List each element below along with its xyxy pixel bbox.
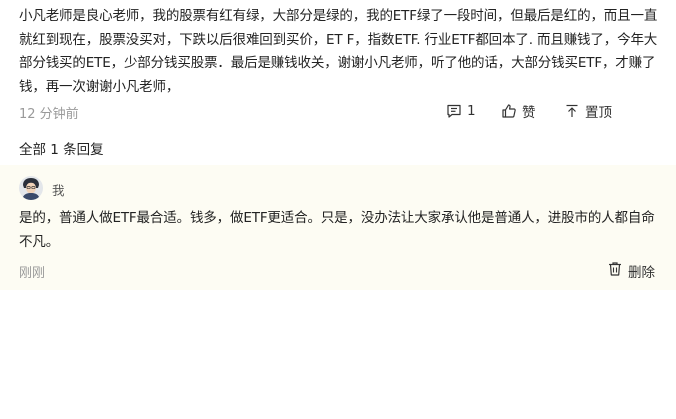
like-label: 赞 (522, 105, 536, 121)
reply-author[interactable]: 我 (52, 180, 65, 199)
replies-header: 全部 1 条回复 (19, 142, 104, 158)
delete-button[interactable]: 删除 (607, 261, 655, 281)
pin-top-icon (564, 103, 580, 119)
comment-meta-row: 12 分钟前 1 赞 置顶 (19, 101, 655, 122)
thumbs-up-icon (501, 103, 517, 119)
reply-count: 1 (467, 103, 476, 119)
pin-top-label: 置顶 (585, 105, 612, 121)
comment-icon (446, 103, 462, 119)
comment-text: 小凡老师是良心老师，我的股票有红有绿，大部分是绿的，我的ETF绿了一段时间，但最… (19, 8, 658, 95)
reply-time: 刚刚 (19, 266, 46, 281)
pin-top-button[interactable]: 置顶 (564, 101, 612, 121)
reply-button[interactable]: 1 (446, 101, 476, 121)
delete-label: 删除 (628, 265, 655, 281)
like-button[interactable]: 赞 (501, 101, 536, 121)
user-avatar[interactable] (19, 176, 43, 200)
reply-item: 我 是的，普通人做ETF最合适。钱多，做ETF更适合。只是，没办法让大家承认他是… (0, 165, 676, 290)
trash-icon (607, 261, 623, 281)
comment-time: 12 分钟前 (19, 107, 79, 122)
reply-text: 是的，普通人做ETF最合适。钱多，做ETF更适合。只是，没办法让大家承认他是普通… (19, 210, 655, 250)
